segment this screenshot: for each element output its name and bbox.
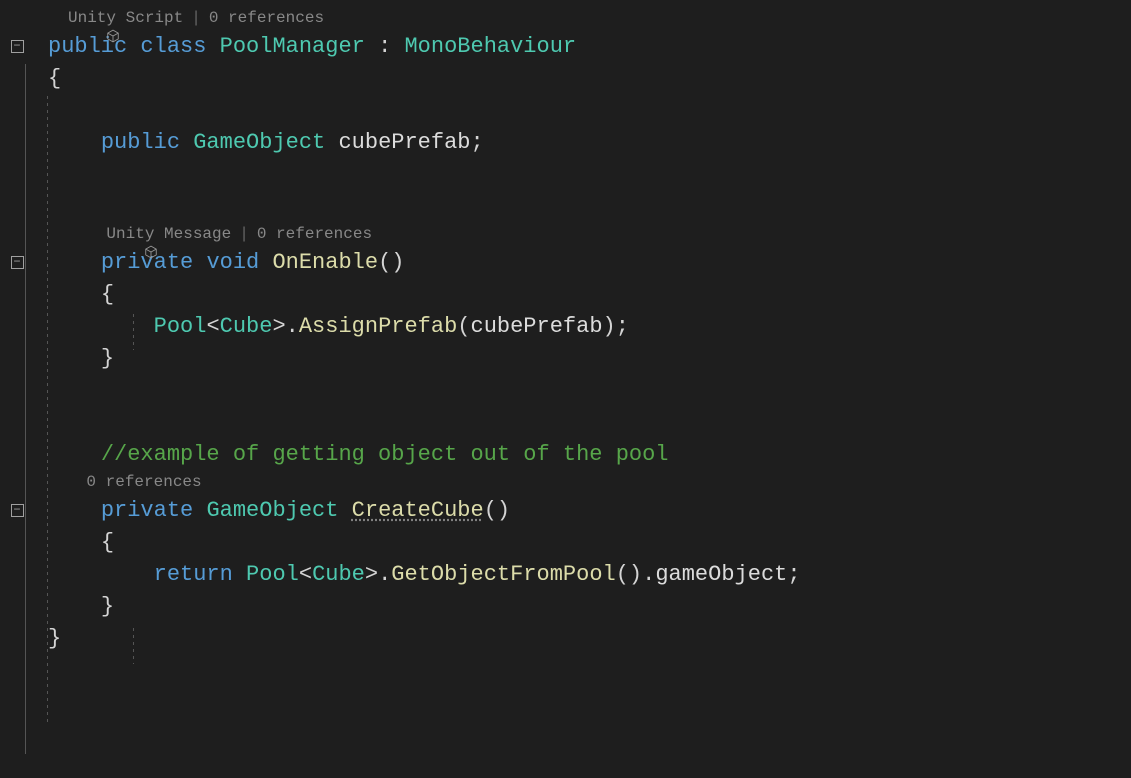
method-onenable: OnEnable [272,250,378,275]
code-line[interactable]: − private void OnEnable() [0,246,1131,278]
codelens-refs[interactable]: 0 references [86,473,201,491]
open-brace: { [48,66,61,91]
codelens-onenable[interactable]: Unity Message | 0 references [0,222,1131,246]
open-brace: { [101,530,114,555]
codelens-createcube[interactable]: 0 references [0,470,1131,494]
keyword-void: void [206,250,259,275]
code-line[interactable]: Pool<Cube>.AssignPrefab(cubePrefab); [0,310,1131,342]
close-brace: } [48,626,61,651]
code-line[interactable]: } [0,622,1131,654]
code-line[interactable]: − public class PoolManager : MonoBehavio… [0,30,1131,62]
code-line[interactable]: public GameObject cubePrefab; [0,126,1131,158]
code-line[interactable]: { [0,526,1131,558]
comment: //example of getting object out of the p… [101,442,669,467]
code-line[interactable]: } [0,590,1131,622]
unity-cube-icon [48,11,62,25]
field-cubeprefab: cubePrefab [338,130,470,155]
code-line[interactable] [0,406,1131,438]
type-cube: Cube [220,314,273,339]
keyword-class: class [140,34,206,59]
codelens-label: Unity Message [106,225,231,243]
field-gameobject: gameObject [655,562,787,587]
code-line[interactable]: { [0,62,1131,94]
keyword-return: return [154,562,233,587]
fold-toggle-icon[interactable]: − [11,504,24,517]
close-brace: } [101,594,114,619]
method-createcube: CreateCube [352,498,484,523]
code-line[interactable] [0,190,1131,222]
method-assignprefab: AssignPrefab [299,314,457,339]
type-cube: Cube [312,562,365,587]
codelens-separator: | [191,9,201,27]
code-line[interactable]: } [0,342,1131,374]
code-editor[interactable]: Unity Script | 0 references − public cla… [0,0,1131,654]
code-line[interactable] [0,158,1131,190]
code-line[interactable]: − private GameObject CreateCube() [0,494,1131,526]
field-cubeprefab: cubePrefab [471,314,603,339]
code-line[interactable]: { [0,278,1131,310]
codelens-refs[interactable]: 0 references [209,9,324,27]
code-line[interactable]: return Pool<Cube>.GetObjectFromPool().ga… [0,558,1131,590]
type-monobehaviour: MonoBehaviour [404,34,576,59]
codelens-class[interactable]: Unity Script | 0 references [0,6,1131,30]
codelens-refs[interactable]: 0 references [257,225,372,243]
method-getobjectfrompool: GetObjectFromPool [391,562,615,587]
fold-toggle-icon[interactable]: − [11,256,24,269]
fold-toggle-icon[interactable]: − [11,40,24,53]
open-brace: { [101,282,114,307]
type-gameobject: GameObject [193,130,325,155]
unity-cube-icon [86,227,100,241]
keyword-private: private [101,498,193,523]
codelens-separator: | [239,225,249,243]
code-line[interactable]: //example of getting object out of the p… [0,438,1131,470]
codelens-label: Unity Script [68,9,183,27]
code-line[interactable] [0,374,1131,406]
type-gameobject: GameObject [206,498,338,523]
type-poolmanager: PoolManager [220,34,365,59]
close-brace: } [101,346,114,371]
type-pool: Pool [246,562,299,587]
code-line[interactable] [0,94,1131,126]
keyword-public: public [101,130,180,155]
type-pool: Pool [154,314,207,339]
